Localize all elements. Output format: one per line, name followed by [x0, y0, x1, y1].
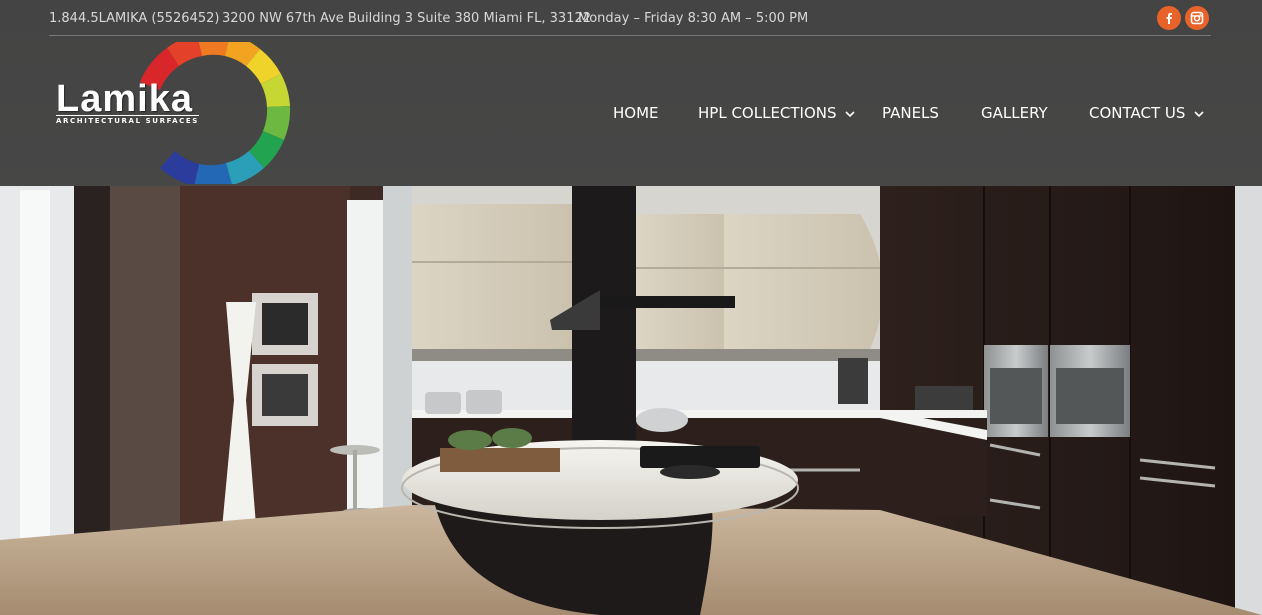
nav-contact-us[interactable]: CONTACT US	[1089, 104, 1204, 122]
address-text: 3200 NW 67th Ave Building 3 Suite 380 Mi…	[222, 11, 591, 26]
phone-number[interactable]: 1.844.5LAMIKA (5526452)	[49, 11, 219, 26]
top-info-bar: 1.844.5LAMIKA (5526452) 3200 NW 67th Ave…	[49, 0, 1211, 36]
nav-panels[interactable]: PANELS	[882, 104, 939, 122]
lamika-logo[interactable]: Lamika ARCHITECTURAL SURFACES	[52, 42, 304, 184]
nav-gallery-label: GALLERY	[981, 104, 1048, 122]
logo-wordmark: Lamika	[56, 78, 193, 120]
nav-hpl-collections-label: HPL COLLECTIONS	[698, 104, 837, 122]
nav-hpl-collections[interactable]: HPL COLLECTIONS	[698, 104, 855, 122]
site-header: 1.844.5LAMIKA (5526452) 3200 NW 67th Ave…	[0, 0, 1262, 186]
chevron-down-icon	[1194, 110, 1204, 117]
nav-contact-us-label: CONTACT US	[1089, 104, 1186, 122]
nav-panels-label: PANELS	[882, 104, 939, 122]
nav-home[interactable]: HOME	[613, 104, 659, 122]
business-hours: Monday – Friday 8:30 AM – 5:00 PM	[578, 11, 809, 26]
nav-home-label: HOME	[613, 104, 659, 122]
facebook-icon[interactable]	[1157, 6, 1181, 30]
logo-tagline: ARCHITECTURAL SURFACES	[56, 115, 199, 125]
instagram-icon[interactable]	[1185, 6, 1209, 30]
chevron-down-icon	[845, 110, 855, 117]
nav-gallery[interactable]: GALLERY	[981, 104, 1048, 122]
